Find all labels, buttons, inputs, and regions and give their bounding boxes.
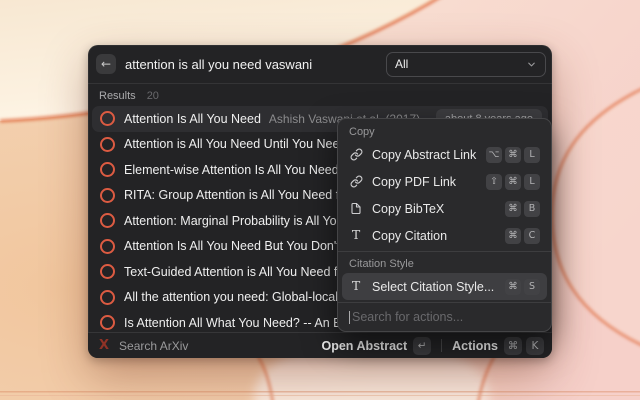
text-style-icon: T: [349, 229, 363, 242]
menu-item-label: Copy Abstract Link: [372, 148, 476, 162]
arxiv-paper-icon: [100, 213, 115, 228]
key-l: L: [524, 174, 540, 190]
file-icon: [349, 202, 363, 215]
desktop: ← attention is all you need vaswani All …: [0, 0, 640, 400]
key-c: C: [524, 228, 540, 244]
arxiv-paper-icon: [100, 162, 115, 177]
menu-section-title-copy: Copy: [338, 122, 551, 141]
results-bar: Results 20: [88, 84, 552, 105]
text-style-icon: T: [349, 280, 363, 293]
menu-item-label: Copy Citation: [372, 229, 447, 243]
actions-search-input[interactable]: Search for actions...: [338, 305, 551, 331]
menu-search-divider: [338, 302, 551, 303]
menu-item-label: Copy BibTeX: [372, 202, 444, 216]
menu-section-divider: [338, 251, 551, 252]
chevron-down-icon: [526, 59, 537, 70]
command-key: ⌘: [504, 337, 522, 355]
command-key: ⌘: [505, 174, 521, 190]
result-title: Attention Is All You Need: [124, 112, 261, 126]
search-input[interactable]: attention is all you need vaswani: [125, 57, 312, 72]
actions-menu: CopyCopy Abstract Link⌥⌘LCopy PDF Link⇧⌘…: [337, 118, 552, 332]
menu-item-copy-citation[interactable]: T Copy Citation ⌘C: [342, 222, 547, 249]
command-key: ⌘: [505, 147, 521, 163]
arxiv-logo-icon: X: [99, 338, 109, 353]
results-count: 20: [147, 90, 159, 102]
key-b: B: [524, 201, 540, 217]
menu-item-shortcut: ⌘C: [505, 228, 540, 244]
arxiv-paper-icon: [100, 188, 115, 203]
menu-item-shortcut: ⌘B: [505, 201, 540, 217]
menu-item-copy-pdf-link[interactable]: Copy PDF Link ⇧⌘L: [342, 168, 547, 195]
window-header: ← attention is all you need vaswani All: [88, 45, 552, 83]
menu-section-title-citation-style: Citation Style: [338, 254, 551, 273]
result-title: Element-wise Attention Is All You Need: [124, 163, 339, 177]
key-k: K: [526, 337, 544, 355]
footer-divider: [441, 339, 442, 352]
key-s: S: [524, 279, 540, 295]
command-key: ⌘: [505, 228, 521, 244]
actions-search-placeholder: Search for actions...: [352, 310, 463, 324]
arxiv-paper-icon: [100, 264, 115, 279]
back-button[interactable]: ←: [96, 54, 116, 74]
menu-item-shortcut: ⌥⌘L: [486, 147, 540, 163]
menu-item-copy-abstract-link[interactable]: Copy Abstract Link ⌥⌘L: [342, 141, 547, 168]
link-icon: [349, 148, 363, 161]
extension-name: Search ArXiv: [119, 339, 188, 353]
menu-item-label: Copy PDF Link: [372, 175, 456, 189]
actions-shortcut: ⌘K: [504, 337, 544, 355]
results-label: Results: [99, 90, 136, 102]
key-l: L: [524, 147, 540, 163]
enter-key: ↵: [413, 337, 431, 355]
window-footer: X Search ArXiv Open Abstract ↵ Actions ⌘…: [88, 332, 552, 358]
menu-item-shortcut: ⇧⌘L: [486, 174, 540, 190]
menu-item-select-citation-style[interactable]: T Select Citation Style... ⌘S: [342, 273, 547, 300]
filter-dropdown-value: All: [395, 57, 408, 71]
arxiv-paper-icon: [100, 137, 115, 152]
menu-item-copy-bibtex[interactable]: Copy BibTeX ⌘B: [342, 195, 547, 222]
arxiv-paper-icon: [100, 239, 115, 254]
arxiv-paper-icon: [100, 111, 115, 126]
text-caret: [349, 311, 350, 324]
option-key: ⌥: [486, 147, 502, 163]
menu-item-label: Select Citation Style...: [372, 280, 494, 294]
command-key: ⌘: [505, 279, 521, 295]
back-arrow-icon: ←: [101, 57, 111, 71]
command-key: ⌘: [505, 201, 521, 217]
actions-label: Actions: [452, 339, 498, 353]
open-abstract-label: Open Abstract: [321, 339, 407, 353]
link-icon: [349, 175, 363, 188]
menu-item-shortcut: ⌘S: [505, 279, 540, 295]
filter-dropdown[interactable]: All: [386, 52, 546, 77]
shift-key: ⇧: [486, 174, 502, 190]
open-abstract-button[interactable]: Open Abstract ↵: [321, 337, 431, 355]
arxiv-paper-icon: [100, 290, 115, 305]
actions-button[interactable]: Actions ⌘K: [452, 337, 544, 355]
arxiv-paper-icon: [100, 315, 115, 330]
